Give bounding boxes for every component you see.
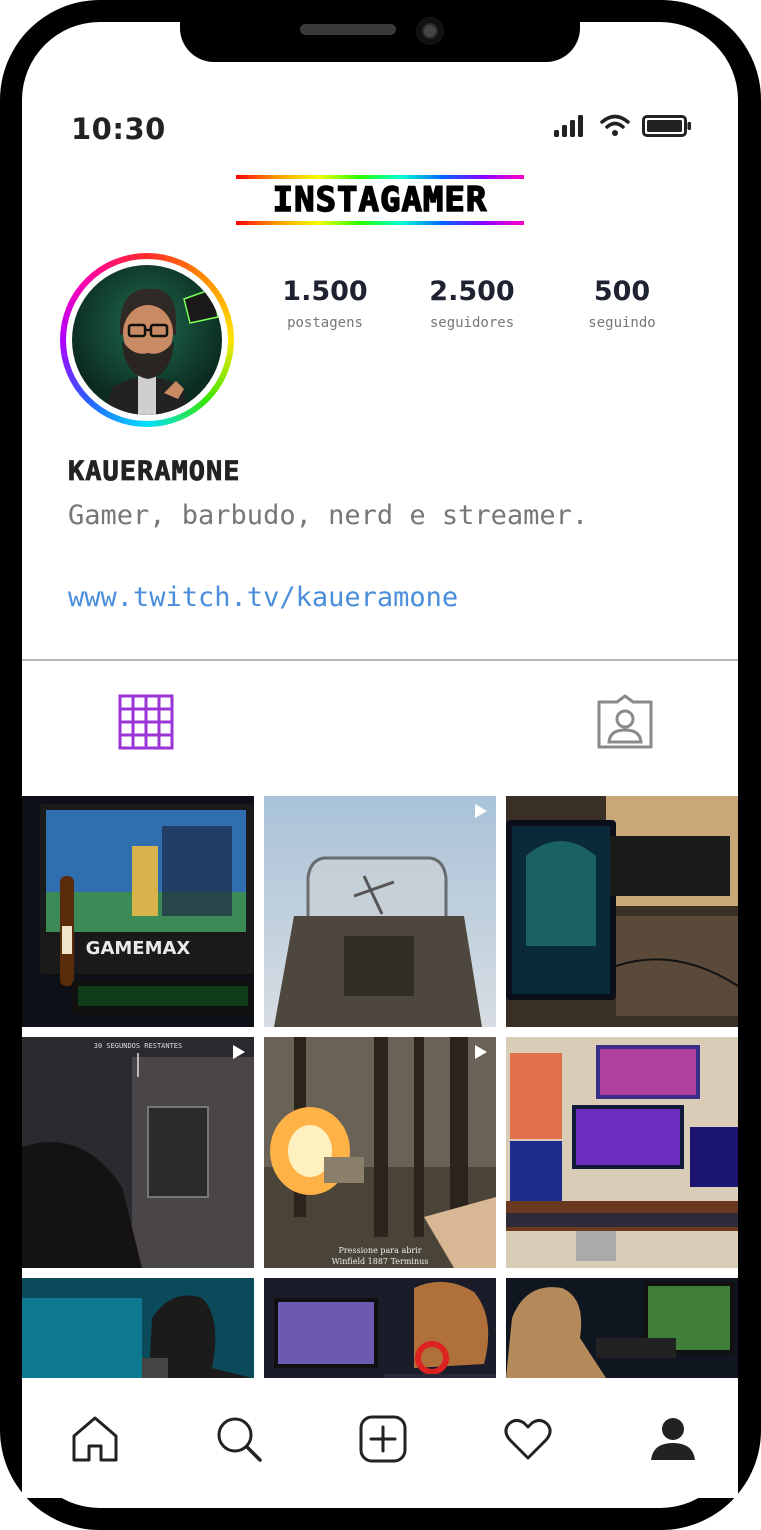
search-icon xyxy=(217,1417,262,1462)
post-image xyxy=(506,1037,738,1268)
tab-posts-grid[interactable] xyxy=(118,694,174,754)
profile-link[interactable]: www.twitch.tv/kaueramone xyxy=(68,582,458,613)
posts-grid: GAMEMAX 30 SEGUNDOS RESTANTES Pressione … xyxy=(22,796,738,1378)
tagged-person-icon xyxy=(597,694,653,749)
post-tile[interactable]: 30 SEGUNDOS RESTANTES xyxy=(22,1037,254,1268)
stat-followers[interactable]: 2.500 seguidores xyxy=(402,276,542,331)
post-caption-line2: Winfield 1887 Terminus xyxy=(332,1257,429,1266)
stat-following[interactable]: 500 seguindo xyxy=(552,276,692,331)
profile-icon xyxy=(651,1418,695,1460)
logo-text: INSTAGAMER xyxy=(272,179,488,221)
heart-icon xyxy=(504,1418,552,1460)
battery-icon xyxy=(642,115,691,137)
post-tile[interactable]: Pressione para abrir Winfield 1887 Termi… xyxy=(264,1037,496,1268)
stat-posts-label: postagens xyxy=(287,315,363,331)
post-image: GAMEMAX xyxy=(22,796,254,1027)
nav-search-button[interactable] xyxy=(212,1412,266,1466)
post-tile[interactable] xyxy=(264,796,496,1027)
post-image: 30 SEGUNDOS RESTANTES xyxy=(22,1037,254,1268)
profile-bio: Gamer, barbudo, nerd e streamer. xyxy=(68,500,589,531)
front-camera xyxy=(416,17,444,45)
post-image xyxy=(22,1278,254,1378)
logo-rainbow-band-bottom xyxy=(236,221,524,225)
wifi-icon xyxy=(600,114,630,136)
nav-profile-button[interactable] xyxy=(646,1412,700,1466)
post-monitor-brand: GAMEMAX xyxy=(86,938,191,959)
post-tile[interactable] xyxy=(506,796,738,1027)
status-icons xyxy=(554,114,692,138)
post-tile[interactable]: GAMEMAX xyxy=(22,796,254,1027)
avatar[interactable] xyxy=(72,265,222,415)
signal-icon xyxy=(554,115,583,137)
video-indicator-icon xyxy=(475,1045,487,1059)
tab-tagged[interactable] xyxy=(596,694,654,754)
home-icon xyxy=(72,1416,118,1462)
post-image xyxy=(264,796,496,1027)
stat-posts[interactable]: 1.500 postagens xyxy=(255,276,395,331)
add-post-icon xyxy=(359,1415,407,1463)
profile-username: KAUERAMONE xyxy=(68,456,241,488)
stat-posts-value: 1.500 xyxy=(282,276,368,307)
video-indicator-icon xyxy=(233,1045,245,1059)
bottom-nav xyxy=(22,1378,738,1498)
nav-add-post-button[interactable] xyxy=(356,1412,410,1466)
stat-following-label: seguindo xyxy=(588,315,656,331)
post-caption-line1: Pressione para abrir xyxy=(338,1246,421,1255)
post-image xyxy=(506,1278,738,1378)
post-image xyxy=(506,796,738,1027)
stat-followers-value: 2.500 xyxy=(429,276,515,307)
avatar-ring[interactable] xyxy=(60,253,234,427)
avatar-illustration xyxy=(104,288,219,415)
nav-home-button[interactable] xyxy=(68,1412,122,1466)
post-tile[interactable] xyxy=(264,1278,496,1378)
app-logo: INSTAGAMER xyxy=(236,175,524,225)
post-image xyxy=(264,1278,496,1378)
post-hud-text: 30 SEGUNDOS RESTANTES xyxy=(94,1042,183,1050)
section-divider xyxy=(22,659,738,661)
nav-activity-button[interactable] xyxy=(501,1412,555,1466)
video-indicator-icon xyxy=(475,804,487,818)
status-time: 10:30 xyxy=(71,112,166,146)
grid-icon xyxy=(118,694,174,750)
speaker xyxy=(300,24,396,35)
stat-following-value: 500 xyxy=(593,276,651,307)
post-tile[interactable] xyxy=(506,1037,738,1268)
post-image: Pressione para abrir Winfield 1887 Termi… xyxy=(264,1037,496,1268)
post-tile[interactable] xyxy=(506,1278,738,1378)
post-tile[interactable] xyxy=(22,1278,254,1378)
stat-followers-label: seguidores xyxy=(429,315,515,331)
